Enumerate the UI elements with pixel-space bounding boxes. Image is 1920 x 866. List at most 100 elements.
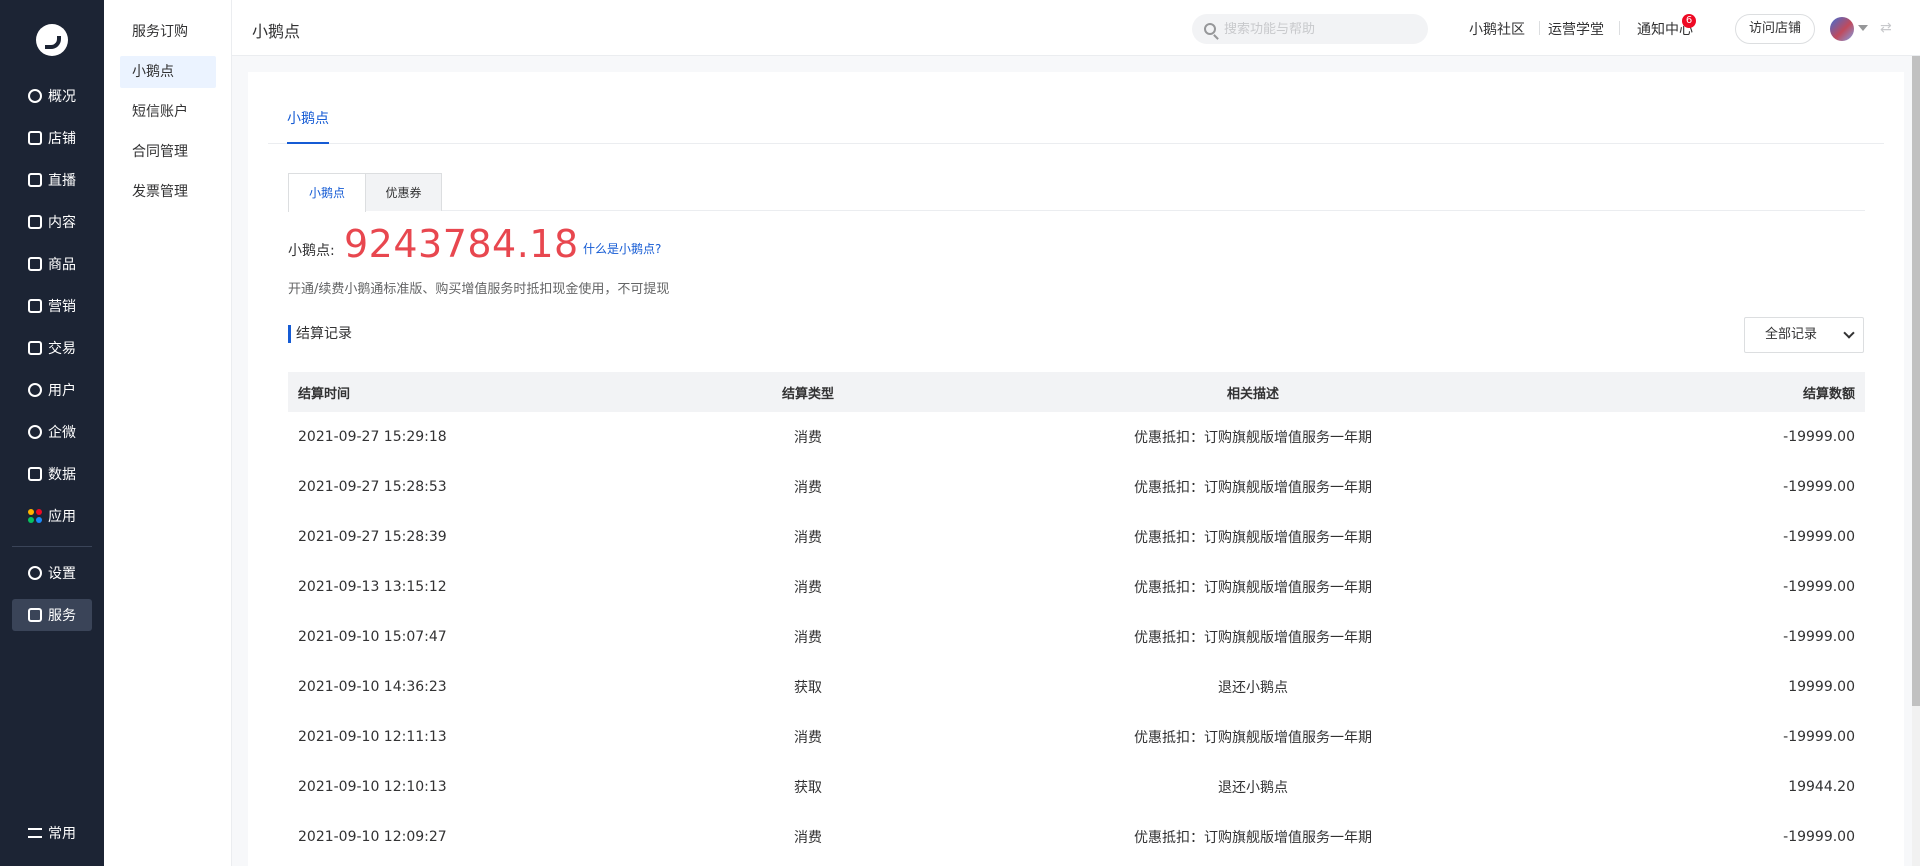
logo-icon[interactable]: [36, 24, 68, 56]
help-link[interactable]: 什么是小鹅点?: [583, 240, 661, 257]
col-header-amount: 结算数额: [1802, 386, 1855, 402]
cell-amount: -19999.00: [1783, 628, 1855, 645]
nav-item-users[interactable]: 用户: [12, 374, 92, 406]
cell-desc: 优惠抵扣：订购旗舰版增值服务一年期: [1134, 629, 1372, 646]
live-icon: [28, 173, 42, 187]
cell-desc: 退还小鹅点: [1218, 679, 1288, 696]
chevron-down-icon: [1843, 327, 1855, 339]
list-icon: [28, 828, 42, 838]
nav-item-common[interactable]: 常用: [12, 817, 92, 849]
cell-desc: 优惠抵扣：订购旗舰版增值服务一年期: [1134, 829, 1372, 846]
main-card: 小鹅点 小鹅点 优惠券 小鹅点: 9243784.18 什么是小鹅点? 开通/续…: [248, 72, 1904, 866]
avatar[interactable]: [1830, 17, 1854, 41]
cell-time: 2021-09-10 12:09:27: [298, 828, 447, 845]
nav-item-label: 商品: [48, 257, 76, 273]
top-tabs: 小鹅点: [268, 72, 1884, 144]
subnav-item-contracts[interactable]: 合同管理: [120, 136, 216, 168]
seg-tab-points[interactable]: 小鹅点: [288, 173, 366, 212]
chart-pie-icon: [28, 89, 42, 103]
nav-item-apps[interactable]: 应用: [12, 500, 92, 532]
cell-amount: 19999.00: [1788, 678, 1855, 695]
nav-item-settings[interactable]: 设置: [12, 557, 92, 589]
switch-icon[interactable]: ⇄: [1880, 20, 1896, 36]
cell-type: 消费: [794, 629, 822, 646]
link-academy[interactable]: 运营学堂: [1548, 19, 1604, 39]
section-title: 结算记录: [288, 325, 352, 343]
table-header: 结算时间 结算类型 相关描述 结算数额: [288, 372, 1865, 412]
records-table: 结算时间 结算类型 相关描述 结算数额 2021-09-27 15:29:18 …: [288, 372, 1865, 862]
record-filter-select[interactable]: 全部记录: [1744, 317, 1864, 353]
table-row: 2021-09-27 15:28:39 消费 优惠抵扣：订购旗舰版增值服务一年期…: [288, 512, 1865, 562]
nav-item-label: 概况: [48, 89, 76, 105]
cell-desc: 优惠抵扣：订购旗舰版增值服务一年期: [1134, 479, 1372, 496]
bag-icon: [28, 257, 42, 271]
search-input[interactable]: [1224, 21, 1414, 37]
caret-down-icon[interactable]: [1858, 25, 1868, 31]
nav-item-products[interactable]: 商品: [12, 248, 92, 280]
cell-amount: -19999.00: [1783, 578, 1855, 595]
cell-type: 消费: [794, 529, 822, 546]
nav-item-label: 交易: [48, 341, 76, 357]
header-divider: [1539, 21, 1540, 35]
subnav-item-invoices[interactable]: 发票管理: [120, 176, 216, 208]
nav-item-data[interactable]: 数据: [12, 458, 92, 490]
subnav-item-goose-points[interactable]: 小鹅点: [120, 56, 216, 88]
nav-item-label: 企微: [48, 425, 76, 441]
subnav-item-sms-account[interactable]: 短信账户: [120, 96, 216, 128]
cell-desc: 优惠抵扣：订购旗舰版增值服务一年期: [1134, 729, 1372, 746]
nav-item-label: 内容: [48, 215, 76, 231]
cell-time: 2021-09-27 15:28:53: [298, 478, 447, 495]
nav-item-content[interactable]: 内容: [12, 206, 92, 238]
nav-item-service[interactable]: 服务: [12, 599, 92, 631]
cell-type: 消费: [794, 479, 822, 496]
balance-label: 小鹅点:: [288, 243, 335, 259]
table-row: 2021-09-27 15:29:18 消费 优惠抵扣：订购旗舰版增值服务一年期…: [288, 412, 1865, 462]
col-header-time: 结算时间: [298, 386, 351, 402]
megaphone-icon: [28, 299, 42, 313]
cell-amount: -19999.00: [1783, 478, 1855, 495]
cell-time: 2021-09-10 15:07:47: [298, 628, 447, 645]
nav-item-label: 服务: [48, 608, 76, 624]
nav-item-wecom[interactable]: 企微: [12, 416, 92, 448]
scrollbar-thumb[interactable]: [1912, 56, 1920, 706]
apps-icon: [28, 509, 42, 523]
search-icon: [1204, 23, 1216, 35]
table-row: 2021-09-10 14:36:23 获取 退还小鹅点 19999.00: [288, 662, 1865, 712]
cell-time: 2021-09-27 15:28:39: [298, 528, 447, 545]
header-divider: [1619, 21, 1620, 35]
nav-item-marketing[interactable]: 营销: [12, 290, 92, 322]
nav-item-live[interactable]: 直播: [12, 164, 92, 196]
cell-amount: -19999.00: [1783, 828, 1855, 845]
document-icon: [28, 215, 42, 229]
cell-type: 消费: [794, 729, 822, 746]
cell-amount: -19999.00: [1783, 428, 1855, 445]
nav-item-label: 营销: [48, 299, 76, 315]
cell-time: 2021-09-27 15:29:18: [298, 428, 447, 445]
link-community[interactable]: 小鹅社区: [1469, 19, 1525, 39]
subnav-item-service-order[interactable]: 服务订购: [120, 16, 216, 48]
visit-store-button[interactable]: 访问店铺: [1735, 14, 1815, 44]
cell-time: 2021-09-13 13:15:12: [298, 578, 447, 595]
col-header-type: 结算类型: [781, 386, 834, 402]
nav-item-label: 店铺: [48, 131, 76, 147]
nav-item-label: 数据: [48, 467, 76, 483]
nav-item-transactions[interactable]: 交易: [12, 332, 92, 364]
nav-divider: [12, 546, 92, 547]
cell-desc: 优惠抵扣：订购旗舰版增值服务一年期: [1134, 429, 1372, 446]
gear-icon: [28, 566, 42, 580]
page-title: 小鹅点: [252, 22, 301, 41]
nav-item-store[interactable]: 店铺: [12, 122, 92, 154]
cell-time: 2021-09-10 14:36:23: [298, 678, 447, 695]
cell-desc: 优惠抵扣：订购旗舰版增值服务一年期: [1134, 579, 1372, 596]
tab-goose-points[interactable]: 小鹅点: [287, 108, 329, 144]
cell-desc: 退还小鹅点: [1218, 779, 1288, 796]
top-header: 小鹅点 小鹅社区 运营学堂 通知中心 6 访问店铺 ⇄: [232, 0, 1920, 56]
search-box[interactable]: [1192, 14, 1428, 44]
table-row: 2021-09-10 12:09:27 消费 优惠抵扣：订购旗舰版增值服务一年期…: [288, 812, 1865, 862]
cell-amount: -19999.00: [1783, 728, 1855, 745]
nav-item-label: 直播: [48, 173, 76, 189]
page-scrollbar[interactable]: [1912, 56, 1920, 866]
seg-tab-coupons[interactable]: 优惠券: [365, 173, 442, 211]
table-row: 2021-09-10 15:07:47 消费 优惠抵扣：订购旗舰版增值服务一年期…: [288, 612, 1865, 662]
nav-item-overview[interactable]: 概况: [12, 80, 92, 112]
